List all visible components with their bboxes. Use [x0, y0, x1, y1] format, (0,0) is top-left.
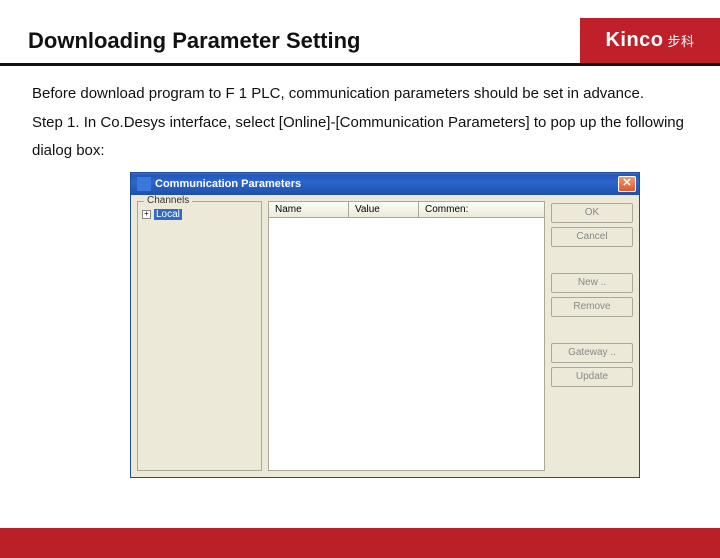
channels-group: Channels + Local — [137, 201, 262, 471]
new-button[interactable]: New .. — [551, 273, 633, 293]
footer-bar — [0, 528, 720, 558]
comm-params-dialog: Communication Parameters ✕ Channels + Lo… — [130, 172, 640, 478]
col-header-comment[interactable]: Commen: — [419, 202, 544, 217]
col-header-value[interactable]: Value — [349, 202, 419, 217]
brand-logo: Kinco步科 — [580, 18, 720, 66]
params-table: Name Value Commen: — [268, 201, 545, 471]
cancel-button[interactable]: Cancel — [551, 227, 633, 247]
gateway-button[interactable]: Gateway .. — [551, 343, 633, 363]
tree-root-label[interactable]: Local — [154, 209, 182, 220]
channels-label: Channels — [144, 195, 192, 206]
remove-button[interactable]: Remove — [551, 297, 633, 317]
tree-root-row[interactable]: + Local — [142, 208, 257, 221]
intro-paragraph-1: Before download program to F 1 PLC, comm… — [32, 80, 688, 109]
dialog-icon — [137, 177, 151, 191]
close-icon[interactable]: ✕ — [618, 176, 636, 192]
tree-expand-icon[interactable]: + — [142, 210, 151, 219]
channels-tree[interactable]: + Local — [142, 208, 257, 221]
dialog-title: Communication Parameters — [155, 178, 618, 190]
dialog-titlebar[interactable]: Communication Parameters ✕ — [131, 173, 639, 195]
ok-button[interactable]: OK — [551, 203, 633, 223]
col-header-name[interactable]: Name — [269, 202, 349, 217]
page-title: Downloading Parameter Setting — [28, 28, 361, 54]
intro-paragraph-2: Step 1. In Co.Desys interface, select [O… — [32, 109, 688, 166]
update-button[interactable]: Update — [551, 367, 633, 387]
